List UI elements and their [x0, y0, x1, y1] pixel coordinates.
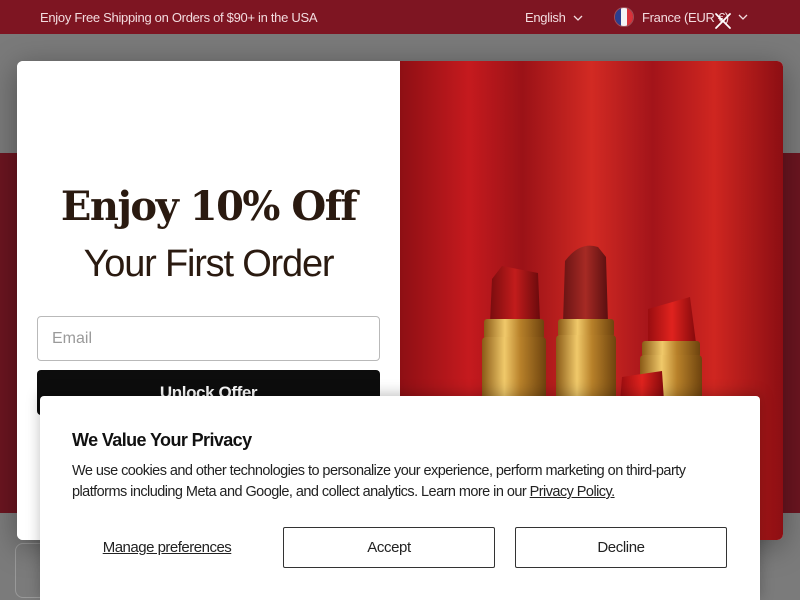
cookie-description: We use cookies and other technologies to…	[72, 461, 740, 503]
cookie-consent-banner: We Value Your Privacy We use cookies and…	[40, 396, 760, 600]
chevron-down-icon	[572, 12, 584, 24]
chevron-down-icon	[737, 11, 749, 23]
email-field[interactable]	[37, 316, 380, 361]
popup-headline: Enjoy 10% Off	[60, 183, 358, 230]
free-shipping-text: Enjoy Free Shipping on Orders of $90+ in…	[40, 10, 318, 25]
accept-cookies-button[interactable]: Accept	[283, 527, 495, 568]
france-flag-icon	[614, 7, 634, 27]
close-popup-button[interactable]	[712, 10, 734, 32]
privacy-policy-link[interactable]: Privacy Policy.	[530, 484, 616, 500]
announcement-bar: Enjoy Free Shipping on Orders of $90+ in…	[0, 0, 800, 34]
close-icon	[715, 13, 731, 29]
decline-cookies-button[interactable]: Decline	[515, 527, 727, 568]
language-selector[interactable]: English	[525, 10, 584, 25]
language-label: English	[525, 10, 566, 25]
cookie-title: We Value Your Privacy	[72, 430, 252, 450]
manage-preferences-link[interactable]: Manage preferences	[72, 527, 262, 568]
popup-subheadline: Your First Order	[83, 243, 335, 285]
